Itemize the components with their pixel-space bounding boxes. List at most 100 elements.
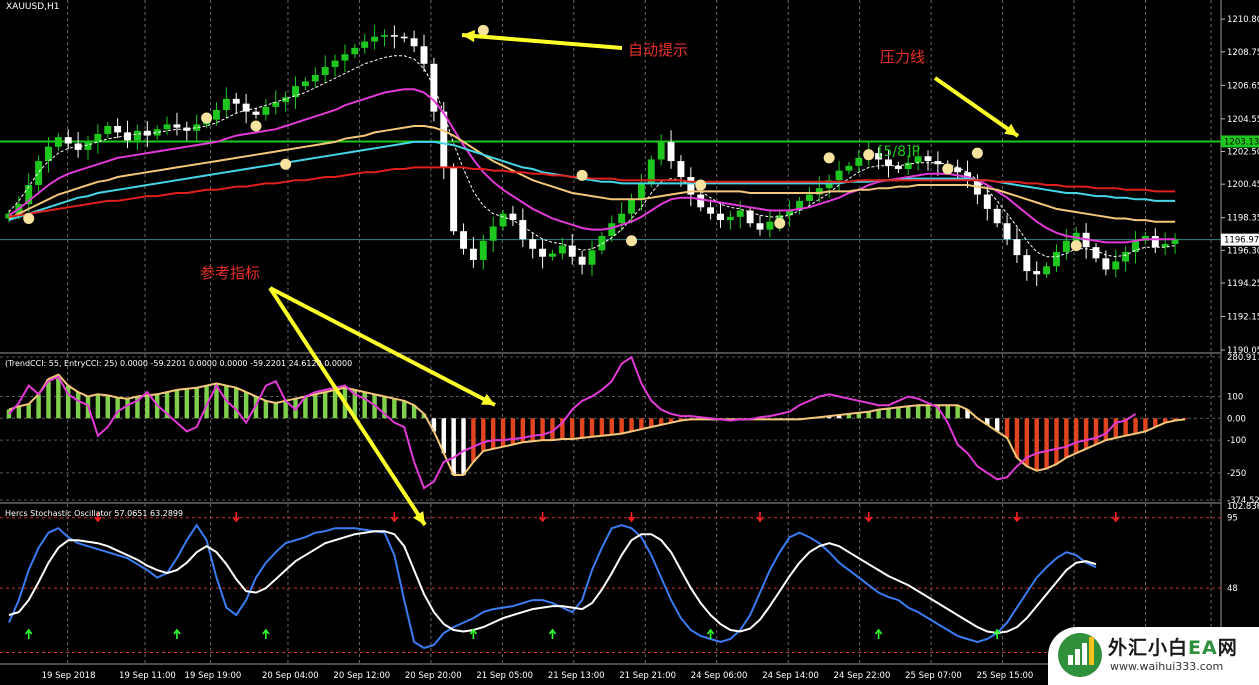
y-tick-label: 1192.15 xyxy=(1227,313,1259,323)
candle-body xyxy=(539,248,547,257)
cci-tick-label: -100 xyxy=(1227,436,1246,446)
annotation-resistance: 压力线 xyxy=(880,48,925,66)
candle-body xyxy=(54,137,62,147)
candle-body xyxy=(163,124,171,130)
candle-body xyxy=(598,236,606,251)
candle-body xyxy=(341,54,349,61)
candle-body xyxy=(588,250,596,265)
signal-dot xyxy=(942,163,954,175)
x-tick-label: 24 Sep 22:00 xyxy=(834,671,891,681)
candle-body xyxy=(311,74,319,82)
candle-body xyxy=(697,194,705,208)
candle-body xyxy=(568,245,576,257)
y-tick-label: 1196.30 xyxy=(1227,246,1259,256)
candle-body xyxy=(173,124,181,128)
signal-dot xyxy=(280,158,292,170)
candle-body xyxy=(717,213,724,221)
x-tick-label: 21 Sep 13:00 xyxy=(548,671,605,681)
x-tick-label: 21 Sep 21:00 xyxy=(619,671,676,681)
stoch-tick-label: 95 xyxy=(1227,514,1238,524)
candle-body xyxy=(736,210,744,217)
y-tick-label: 1194.25 xyxy=(1227,279,1259,289)
candle-body xyxy=(133,130,141,141)
candle-body xyxy=(114,125,122,133)
candle-body xyxy=(400,36,408,39)
candle-body xyxy=(410,38,418,47)
candle-body xyxy=(667,141,675,162)
candle-body xyxy=(262,106,270,115)
candle-body xyxy=(756,223,764,230)
candle-body xyxy=(1132,240,1139,252)
annotation-reference-indicator: 参考指标 xyxy=(200,264,260,282)
x-tick-label: 19 Sep 2018 xyxy=(42,671,96,681)
stoch-tick-label: 48 xyxy=(1227,584,1238,594)
candle-body xyxy=(885,159,892,166)
candle-body xyxy=(618,213,626,224)
y-tick-label: 1202.50 xyxy=(1227,147,1259,157)
candle-body xyxy=(766,221,774,230)
x-tick-label: 19 Sep 19:00 xyxy=(185,671,242,681)
cci-tick-label: -250 xyxy=(1227,469,1246,479)
cci-tick-label: 280.917 xyxy=(1227,353,1259,363)
signal-dot xyxy=(201,112,213,124)
candle-body xyxy=(845,165,853,171)
candle-body xyxy=(1033,271,1041,275)
candle-body xyxy=(924,156,932,162)
candle-body xyxy=(1092,247,1100,259)
candle-body xyxy=(272,102,280,107)
candle-body xyxy=(726,216,734,221)
x-tick-label: 19 Sep 11:00 xyxy=(119,671,176,681)
candle-body xyxy=(637,183,645,200)
candle-body xyxy=(805,194,813,201)
candle-body xyxy=(578,256,586,265)
annotation-auto-hint: 自动提示 xyxy=(628,41,688,59)
signal-dot xyxy=(626,235,638,247)
cci-tick-label: 100 xyxy=(1227,392,1243,402)
candle-body xyxy=(232,98,240,104)
candle-body xyxy=(35,161,43,185)
candle-body xyxy=(1102,258,1110,270)
candle-body xyxy=(558,245,566,254)
candle-body xyxy=(1023,255,1031,272)
candle-body xyxy=(835,170,843,181)
signal-dot xyxy=(477,24,489,36)
candle-body xyxy=(390,35,398,37)
signal-dot xyxy=(250,120,262,132)
candle-body xyxy=(361,41,369,48)
candle-body xyxy=(104,125,112,134)
candle-body xyxy=(1151,236,1159,248)
xauusd-chart-window[interactable]: 19 Sep 2018 19 Sep 11:00 19 Sep 19:00 20 Se… xyxy=(0,0,1259,685)
signal-dot xyxy=(971,147,983,159)
y-tick-label: 1210.80 xyxy=(1227,15,1259,25)
x-tick-label: 25 Sep 15:00 xyxy=(977,671,1034,681)
x-tick-label: 20 Sep 12:00 xyxy=(333,671,390,681)
watermark-title: 外汇小白EA网 xyxy=(1108,637,1238,659)
candle-body xyxy=(381,35,388,37)
candle-body xyxy=(450,167,458,232)
candle-body xyxy=(519,220,527,240)
watermark-url: www.waihui333.com xyxy=(1110,660,1224,673)
candle-body xyxy=(628,199,635,214)
signal-dot xyxy=(863,149,875,161)
candle-body xyxy=(252,111,260,115)
candle-body xyxy=(549,253,556,257)
candle-body xyxy=(213,110,220,120)
x-tick-label: 20 Sep 20:00 xyxy=(405,671,462,681)
candle-body xyxy=(469,248,477,260)
candle-body xyxy=(1053,251,1060,267)
candle-body xyxy=(351,47,359,55)
x-tick-label: 21 Sep 05:00 xyxy=(476,671,533,681)
candle-body xyxy=(1013,239,1021,256)
signal-dot xyxy=(774,217,786,229)
candle-body xyxy=(529,239,537,249)
candle-body xyxy=(1043,266,1051,275)
y-tick-label: 1204.55 xyxy=(1227,115,1259,125)
y-tick-label: 1208.75 xyxy=(1227,48,1259,58)
candle-body xyxy=(1003,223,1011,240)
candle-body xyxy=(657,141,665,160)
cci-title: (TrendCCI: 55, EntryCCI: 25) 0.0000 -59.… xyxy=(5,359,352,368)
signal-dot xyxy=(23,212,35,224)
fibo-level-label: [5/8]P xyxy=(878,144,920,160)
signal-dot xyxy=(823,152,835,164)
candle-body xyxy=(479,240,487,260)
